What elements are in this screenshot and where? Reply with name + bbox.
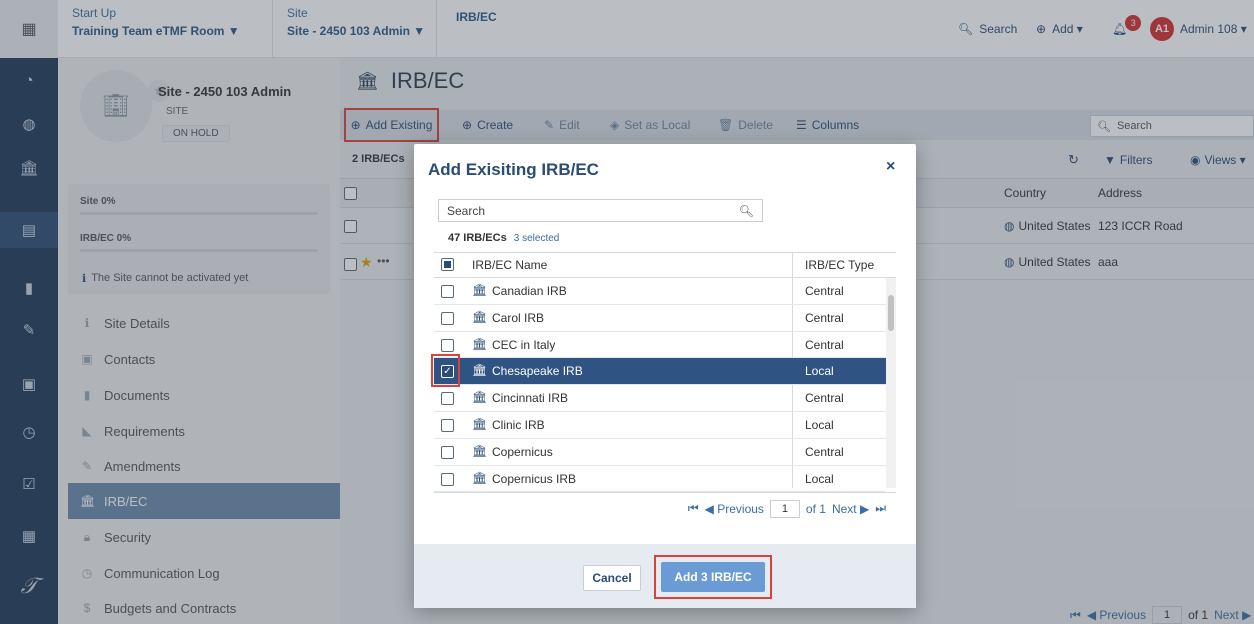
irb-name: Clinic IRB	[492, 418, 545, 432]
search-icon: 🔍︎	[738, 203, 754, 218]
irb-type: Central	[805, 391, 844, 406]
page-number-input[interactable]: 1	[769, 499, 800, 518]
institution-icon: 🏛︎	[472, 470, 488, 485]
institution-icon: 🏛︎	[472, 309, 488, 324]
irb-name: Canadian IRB	[492, 284, 567, 298]
irb-name: Carol IRB	[492, 310, 545, 325]
dialog-total-count: 47 IRB/ECs	[448, 232, 507, 244]
column-header-irb-name[interactable]: IRB/EC Name	[472, 258, 547, 272]
row-checkbox[interactable]	[441, 445, 454, 459]
irb-name: Copernicus IRB	[492, 471, 577, 486]
close-icon[interactable]: ×	[886, 158, 895, 176]
first-page-icon[interactable]: ⏮	[688, 501, 699, 516]
next-page-button[interactable]: Next ▶	[832, 502, 869, 516]
irb-type: Central	[805, 310, 844, 325]
page-of-label: of 1	[805, 501, 826, 516]
irb-type: Local	[805, 364, 834, 379]
previous-label: Previous	[717, 501, 764, 516]
row-checkbox[interactable]	[441, 392, 454, 406]
irb-name: CEC in Italy	[492, 337, 556, 352]
row-checkbox[interactable]	[441, 285, 454, 298]
dialog-selected-count: 3 selected	[513, 233, 560, 244]
irb-name: Cincinnati IRB	[492, 391, 569, 406]
next-label: Next	[831, 501, 857, 516]
row-checkbox[interactable]	[441, 338, 454, 352]
institution-icon: 🏛︎	[472, 443, 488, 458]
irb-type: Central	[805, 337, 844, 352]
institution-icon: 🏛︎	[472, 390, 488, 405]
institution-icon: 🏛︎	[472, 283, 488, 297]
row-checkbox[interactable]	[441, 472, 454, 486]
irb-name: Copernicus	[492, 444, 553, 459]
dialog-count: 47 IRB/ECs 3 selected	[448, 232, 559, 244]
dialog-select-all-checkbox[interactable]	[441, 258, 454, 271]
irb-type: Local	[805, 471, 834, 486]
irb-type: Central	[805, 444, 844, 459]
irb-type: Local	[805, 418, 834, 432]
dialog-search-placeholder: Search	[447, 203, 486, 218]
institution-icon: 🏛︎	[472, 336, 488, 351]
row-checkbox[interactable]	[441, 419, 454, 432]
dialog-scrollbar-thumb[interactable]	[888, 295, 894, 331]
selection-highlight	[431, 354, 460, 387]
dialog-title: Add Exisiting IRB/EC	[428, 160, 599, 179]
dialog-pager: ⏮ ◀ Previous 1 of 1 Next ▶ ⏭	[434, 492, 896, 524]
irb-name: Chesapeake IRB	[492, 364, 583, 379]
row-checkbox[interactable]	[441, 311, 454, 325]
dialog-search-input[interactable]: Search 🔍︎	[438, 199, 763, 222]
add-irb-button[interactable]: Add 3 IRB/EC	[661, 562, 765, 592]
cancel-button[interactable]: Cancel	[583, 565, 641, 591]
institution-icon: 🏛︎	[472, 363, 488, 378]
previous-page-button[interactable]: ◀ Previous	[705, 502, 764, 516]
column-header-irb-type[interactable]: IRB/EC Type	[805, 258, 874, 272]
last-page-icon[interactable]: ⏭	[875, 501, 886, 516]
irb-type: Central	[805, 284, 844, 298]
institution-icon: 🏛︎	[472, 417, 488, 431]
